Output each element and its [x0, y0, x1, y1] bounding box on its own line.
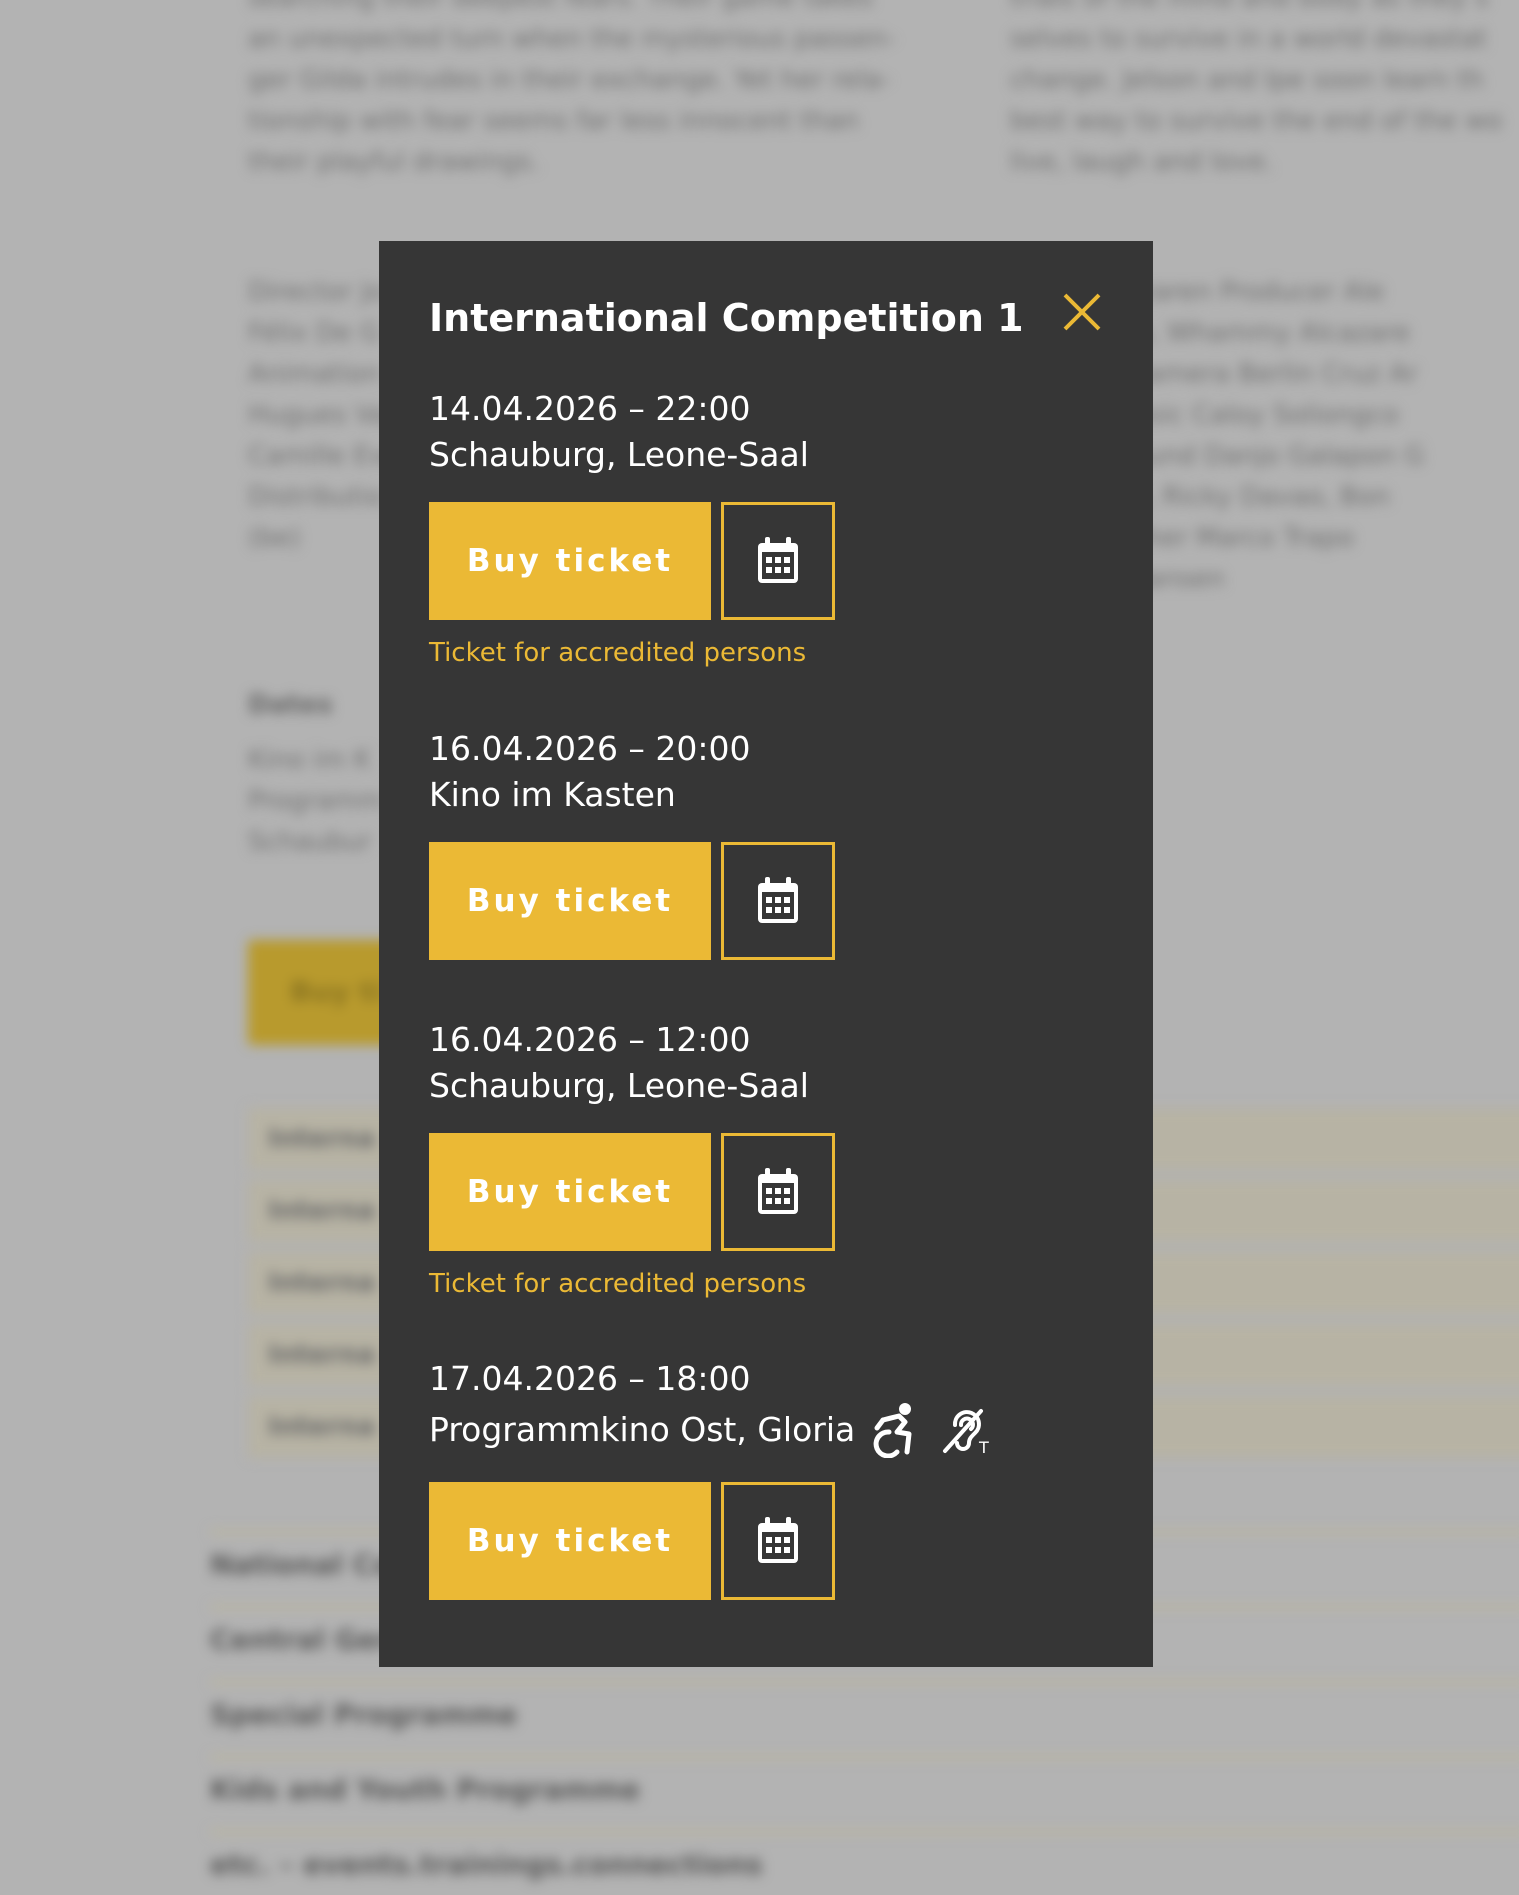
svg-text:T: T: [978, 1438, 989, 1455]
close-icon: [1063, 293, 1101, 331]
wheelchair-icon: [873, 1403, 912, 1458]
buy-ticket-button[interactable]: Buy ticket: [429, 1482, 711, 1600]
accordion-item: Kids and Youth Programme: [210, 1755, 1519, 1817]
hearing-loop-icon: T: [943, 1409, 989, 1455]
screening-datetime: 14.04.2026 – 22:00: [429, 389, 751, 428]
add-to-calendar-button[interactable]: [721, 502, 835, 620]
modal-title: International Competition 1: [429, 296, 1024, 340]
buy-ticket-button[interactable]: Buy ticket: [429, 1133, 711, 1251]
screening-item: 16.04.2026 – 12:00 Schauburg, Leone-Saal…: [429, 1017, 1109, 1299]
screening-datetime: 16.04.2026 – 20:00: [429, 729, 751, 768]
dates-list: Kino im K Programm Schaubur: [248, 745, 384, 857]
add-to-calendar-button[interactable]: [721, 1133, 835, 1251]
screening-datetime: 17.04.2026 – 18:00: [429, 1359, 751, 1398]
dates-heading: Dates: [248, 690, 333, 720]
screening-item: 14.04.2026 – 22:00 Schauburg, Leone-Saal…: [429, 386, 1109, 668]
calendar-icon: [758, 537, 798, 583]
screening-datetime: 16.04.2026 – 12:00: [429, 1020, 751, 1059]
screenings-modal: International Competition 1 14.04.2026 –…: [379, 241, 1153, 1667]
calendar-icon: [758, 1517, 798, 1563]
close-button[interactable]: [1061, 291, 1103, 333]
screening-venue: Kino im Kasten: [429, 775, 676, 814]
screening-venue: Programmkino Ost, Gloria: [429, 1410, 856, 1449]
buy-ticket-button[interactable]: Buy ticket: [429, 842, 711, 960]
synopsis-right: trials of the mind and body as they s se…: [1010, 0, 1503, 177]
add-to-calendar-button[interactable]: [721, 842, 835, 960]
add-to-calendar-button[interactable]: [721, 1482, 835, 1600]
accordion-item: Special Programme: [210, 1680, 1519, 1742]
calendar-icon: [758, 877, 798, 923]
screening-venue: Schauburg, Leone-Saal: [429, 1066, 809, 1105]
synopsis-left: searching their deepest fears. Their gam…: [248, 0, 896, 177]
screening-item: 16.04.2026 – 20:00 Kino im Kasten Buy ti…: [429, 726, 1109, 960]
accredited-note: Ticket for accredited persons: [429, 638, 807, 668]
screening-item: 17.04.2026 – 18:00 Programmkino Ost, Glo…: [429, 1356, 1109, 1600]
buy-ticket-button[interactable]: Buy ticket: [429, 502, 711, 620]
accredited-note: Ticket for accredited persons: [429, 1269, 807, 1299]
calendar-icon: [758, 1168, 798, 1214]
screening-venue: Schauburg, Leone-Saal: [429, 435, 809, 474]
accordion-item: etc. – events.trainings.connections: [210, 1830, 1519, 1892]
